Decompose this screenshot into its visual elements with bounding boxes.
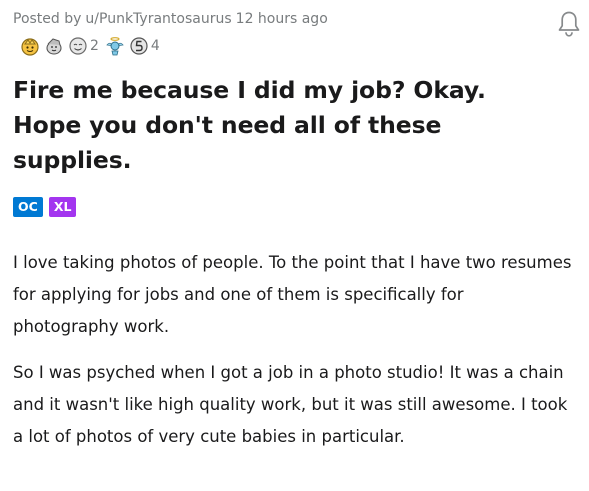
post-title[interactable]: Fire me because I did my job? Okay. Hope…: [13, 73, 553, 178]
flair-xl[interactable]: XL: [48, 197, 77, 217]
angel-award-icon[interactable]: [105, 36, 125, 56]
bell-icon[interactable]: [556, 9, 582, 39]
post-body: I love taking photos of people. To the p…: [13, 247, 573, 467]
body-paragraph: I love taking photos of people. To the p…: [13, 253, 572, 336]
award-count: 4: [150, 38, 160, 54]
author-link[interactable]: u/PunkTyrantosaurus: [85, 11, 231, 27]
post-meta: Posted by u/PunkTyrantosaurus 12 hours ago: [13, 10, 328, 28]
rocket-like-award-icon[interactable]: [129, 36, 149, 56]
gold-helmet-award-icon[interactable]: [20, 36, 40, 56]
posted-by-prefix: Posted by: [13, 11, 82, 27]
award-count: 2: [90, 38, 99, 54]
silver-face-award-icon[interactable]: [68, 36, 88, 56]
awards-bar: 2 4: [20, 35, 166, 57]
flair-oc[interactable]: OC: [13, 197, 43, 217]
flair-list: OC XL: [13, 197, 82, 217]
body-paragraph: So I was psyched when I got a job in a p…: [13, 363, 568, 446]
post-card: Posted by u/PunkTyrantosaurus 12 hours ago…: [0, 0, 589, 491]
post-time: 12 hours ago: [235, 11, 328, 27]
wholesome-seal-award-icon[interactable]: [44, 36, 64, 56]
